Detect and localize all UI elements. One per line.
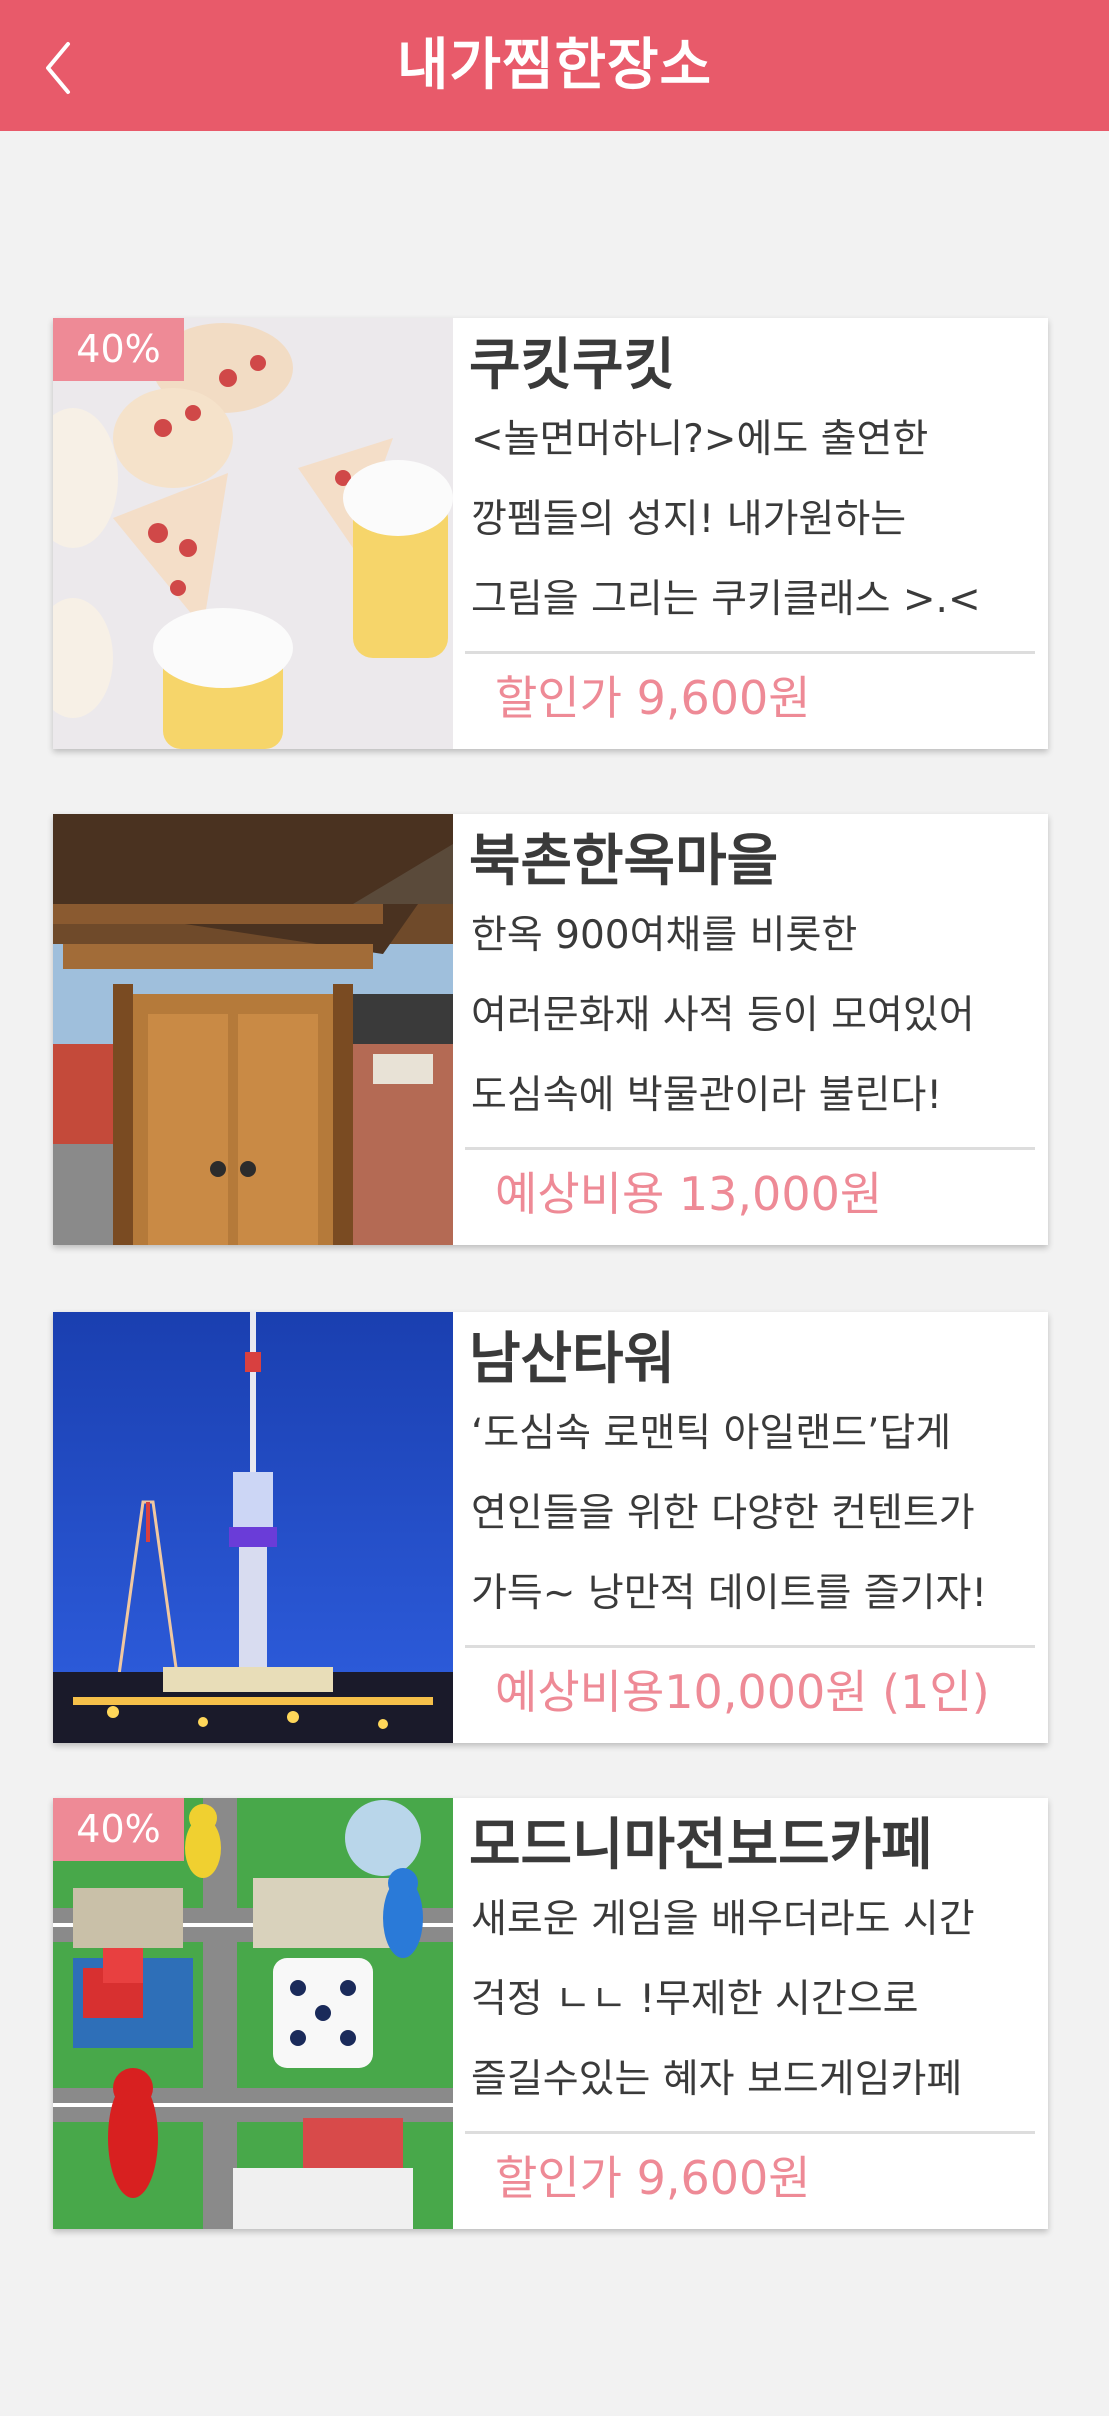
page-title: 내가찜한장소 bbox=[396, 33, 713, 98]
card-description: <놀면머하니?>에도 출연한 깡펨들의 성지! 내가원하는 그림을 그리는 쿠키… bbox=[471, 417, 981, 622]
card-price: 예상비용10,000원 (1인) bbox=[495, 1665, 990, 1719]
card-title: 쿠킷쿠킷 bbox=[469, 333, 676, 398]
card-title: 남산타워 bbox=[469, 1327, 676, 1392]
discount-badge: 40% bbox=[53, 318, 184, 381]
place-card-namsan-tower[interactable]: 남산타워 ‘도심속 로맨틱 아일랜드’답게 연인들을 위한 다양한 컨텐트가 가… bbox=[53, 1312, 1048, 1743]
app-header: 내가찜한장소 bbox=[0, 0, 1109, 131]
card-title: 모드니마전보드카페 bbox=[469, 1813, 933, 1878]
board-game-photo: 40% bbox=[53, 1798, 453, 2229]
card-description: 한옥 900여채를 비롯한 여러문화재 사적 등이 모여있어 도심속에 박물관이… bbox=[471, 913, 975, 1118]
card-price: 할인가 9,600원 bbox=[495, 2151, 811, 2205]
discount-badge: 40% bbox=[53, 1798, 184, 1861]
card-body: 쿠킷쿠킷 <놀면머하니?>에도 출연한 깡펨들의 성지! 내가원하는 그림을 그… bbox=[453, 318, 1048, 749]
card-title: 북촌한옥마을 bbox=[469, 829, 779, 894]
cookies-photo: 40% bbox=[53, 318, 453, 749]
place-card-cookie-class[interactable]: 40% 쿠킷쿠킷 <놀면머하니?>에도 출연한 깡펨들의 성지! 내가원하는 그… bbox=[53, 318, 1048, 749]
hanok-door-photo bbox=[53, 814, 453, 1245]
card-body: 남산타워 ‘도심속 로맨틱 아일랜드’답게 연인들을 위한 다양한 컨텐트가 가… bbox=[453, 1312, 1048, 1743]
namsan-tower-photo bbox=[53, 1312, 453, 1743]
card-price: 할인가 9,600원 bbox=[495, 671, 811, 725]
divider bbox=[465, 651, 1035, 654]
card-body: 모드니마전보드카페 새로운 게임을 배우더라도 시간 걱정 ㄴㄴ !무제한 시간… bbox=[453, 1798, 1048, 2229]
card-description: 새로운 게임을 배우더라도 시간 걱정 ㄴㄴ !무제한 시간으로 즐길수있는 혜… bbox=[471, 1897, 975, 2102]
divider bbox=[465, 1147, 1035, 1150]
place-card-board-game-cafe[interactable]: 40% 모드니마전보드카페 새로운 게임을 배우더라도 시간 걱정 ㄴㄴ !무제… bbox=[53, 1798, 1048, 2229]
place-card-bukchon[interactable]: 북촌한옥마을 한옥 900여채를 비롯한 여러문화재 사적 등이 모여있어 도심… bbox=[53, 814, 1048, 1245]
card-body: 북촌한옥마을 한옥 900여채를 비롯한 여러문화재 사적 등이 모여있어 도심… bbox=[453, 814, 1048, 1245]
divider bbox=[465, 1645, 1035, 1648]
card-description: ‘도심속 로맨틱 아일랜드’답게 연인들을 위한 다양한 컨텐트가 가득~ 낭만… bbox=[471, 1411, 988, 1616]
divider bbox=[465, 2131, 1035, 2134]
card-price: 예상비용 13,000원 bbox=[495, 1167, 883, 1221]
